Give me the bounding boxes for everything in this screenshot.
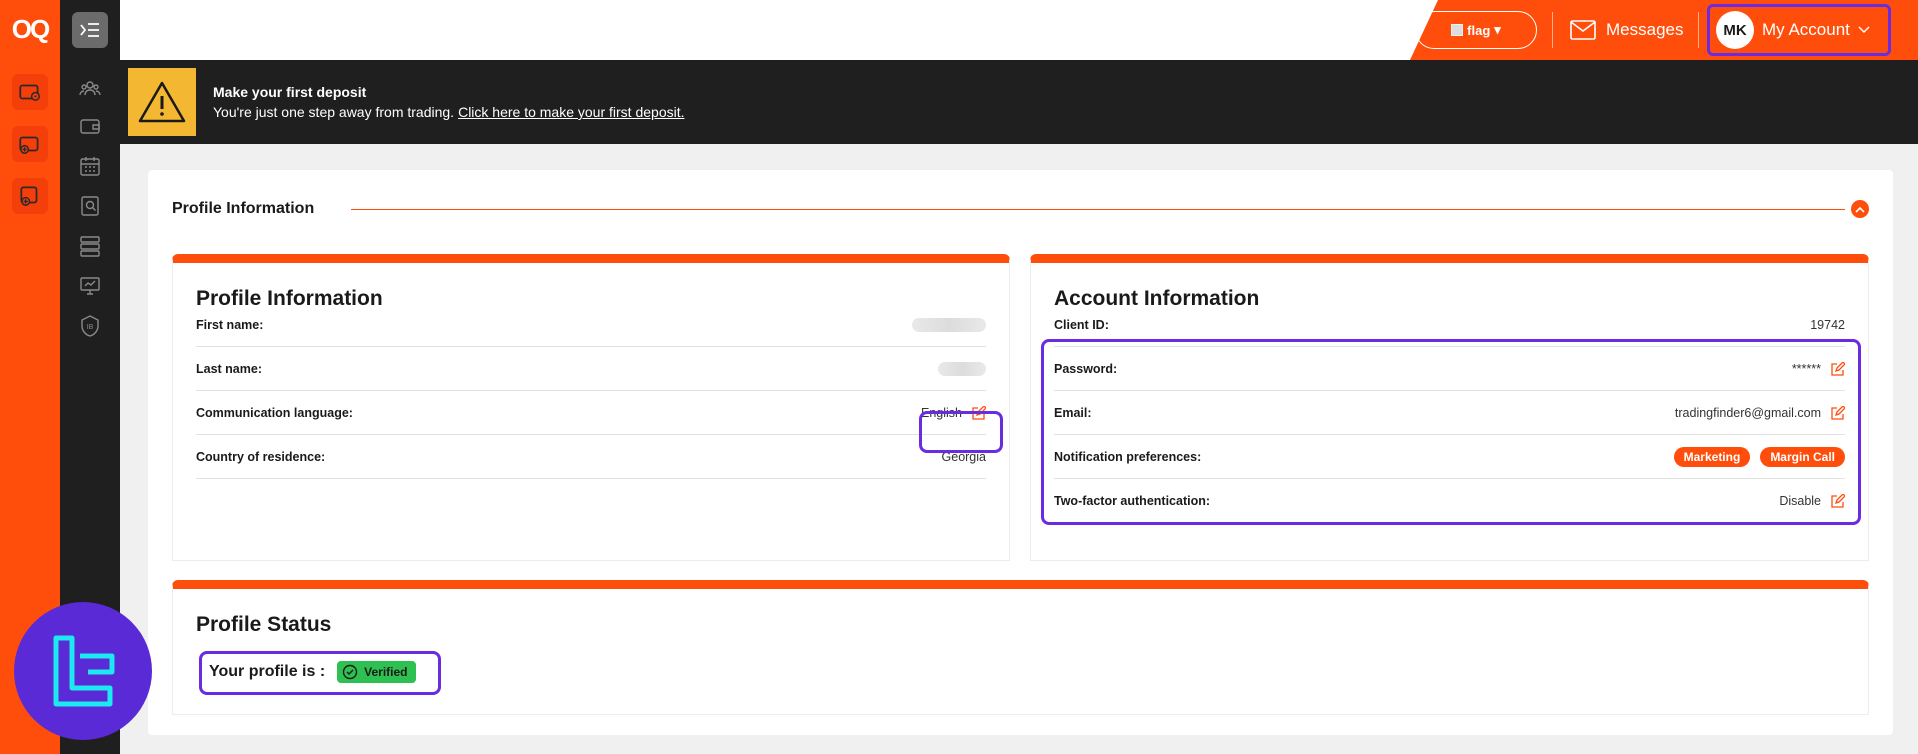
- users-icon: [79, 81, 101, 96]
- row-label: First name:: [196, 317, 264, 332]
- row-label: Communication language:: [196, 405, 353, 420]
- sidebar-item-clients[interactable]: [78, 76, 102, 100]
- chevron-up-icon: [1855, 206, 1865, 213]
- rail-deposit-button[interactable]: [12, 126, 48, 162]
- watermark-logo: [14, 602, 152, 740]
- search-document-icon: [81, 196, 99, 216]
- profile-information-card: Profile Information First name: Last nam…: [172, 254, 1010, 561]
- tradingfinder-logo-icon: [53, 635, 115, 707]
- sidebar-item-wallet[interactable]: [78, 114, 102, 138]
- avatar: MK: [1716, 11, 1754, 49]
- sidebar-item-platform[interactable]: [78, 274, 102, 298]
- sidebar-item-ib[interactable]: IB: [78, 314, 102, 338]
- calendar-icon: [80, 157, 100, 176]
- rail-wallet-button[interactable]: [12, 74, 48, 110]
- server-icon: [80, 236, 100, 257]
- wallet-icon: [19, 84, 40, 101]
- highlight-account-details: [1041, 339, 1861, 525]
- profile-row-last-name: Last name:: [196, 347, 986, 391]
- messages-label: Messages: [1606, 20, 1684, 39]
- sidebar-toggle-button[interactable]: [72, 12, 108, 48]
- section-title: Profile Information: [172, 200, 315, 217]
- profile-row-language: Communication language: English: [196, 391, 986, 435]
- warning-icon: [138, 81, 186, 123]
- highlight-language: [919, 411, 1003, 453]
- section-divider: [351, 209, 1845, 210]
- banner-title: Make your first deposit: [213, 84, 367, 100]
- chevron-down-icon: [1858, 26, 1870, 33]
- mail-icon: [1570, 20, 1596, 40]
- language-flag-button[interactable]: flag ▾: [1415, 11, 1537, 49]
- highlight-status: [199, 651, 441, 695]
- sidebar-item-search[interactable]: [78, 194, 102, 218]
- wallet-icon: [80, 119, 100, 134]
- svg-text:IB: IB: [87, 324, 94, 331]
- ib-shield-icon: IB: [81, 315, 99, 337]
- chevron-down-icon: ▾: [1494, 22, 1501, 37]
- card-title: Profile Status: [196, 613, 332, 636]
- menu-expand-icon: [80, 23, 99, 37]
- first-name-value: [912, 317, 986, 332]
- my-account-button[interactable]: MK My Account: [1707, 4, 1891, 56]
- warning-box: [128, 68, 196, 136]
- header-divider: [1698, 12, 1699, 48]
- flag-image-icon: [1451, 24, 1464, 36]
- sidebar-item-calendar[interactable]: [78, 154, 102, 178]
- account-information-card: Account Information Client ID: 19742 Pas…: [1030, 254, 1869, 561]
- client-id-value: 19742: [1810, 317, 1845, 332]
- banner-message: You're just one step away from trading.: [213, 104, 455, 120]
- rail-transfer-button[interactable]: [12, 178, 48, 214]
- last-name-value: [938, 361, 986, 376]
- banner-text: You're just one step away from trading. C…: [213, 104, 685, 120]
- profile-row-country: Country of residence: Georgia: [196, 435, 986, 479]
- deposit-link[interactable]: Click here to make your first deposit.: [458, 104, 684, 120]
- wallet-plus-icon: [19, 136, 39, 154]
- row-label: Last name:: [196, 361, 262, 376]
- collapse-button[interactable]: [1851, 200, 1869, 218]
- header-divider: [1552, 12, 1553, 48]
- sidebar-item-servers[interactable]: [78, 234, 102, 258]
- monitor-icon: [80, 277, 100, 295]
- row-label: Country of residence:: [196, 449, 326, 464]
- profile-status-card: Profile Status Your profile is : Verifie…: [172, 580, 1869, 715]
- profile-row-first-name: First name:: [196, 303, 986, 347]
- flag-alt-text: flag: [1467, 22, 1491, 38]
- deposit-banner: Make your first deposit You're just one …: [120, 60, 1918, 144]
- wallet-transfer-icon: [20, 186, 38, 206]
- messages-button[interactable]: Messages: [1570, 15, 1683, 45]
- brand-logo[interactable]: OQ: [9, 14, 51, 44]
- profile-section: Profile Information Profile Information …: [148, 170, 1893, 735]
- row-label: Client ID:: [1054, 317, 1109, 332]
- account-label: My Account: [1762, 20, 1850, 39]
